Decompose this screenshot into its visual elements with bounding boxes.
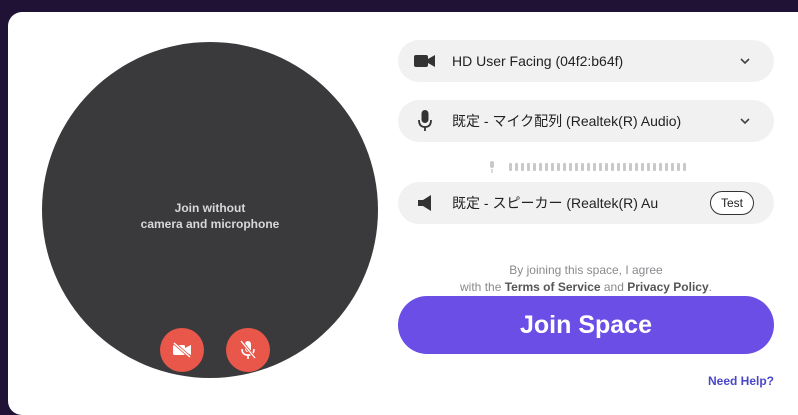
level-bar	[509, 163, 512, 171]
level-bar	[575, 163, 578, 171]
preview-line-1: Join without	[174, 201, 246, 215]
camera-icon	[414, 50, 436, 72]
join-panel: Join without camera and microphone HD Us…	[8, 12, 798, 415]
terms-suffix: .	[708, 280, 712, 294]
level-bar	[533, 163, 536, 171]
mic-level-meter	[488, 161, 686, 173]
level-bar	[653, 163, 656, 171]
camera-toggle-button[interactable]	[160, 328, 204, 372]
camera-select-label: HD User Facing (04f2:b64f)	[452, 53, 624, 69]
mic-level-icon	[490, 161, 494, 173]
level-bar	[635, 163, 638, 171]
level-bar	[623, 163, 626, 171]
level-bar	[563, 163, 566, 171]
speaker-select[interactable]: 既定 - スピーカー (Realtek(R) Au Test	[398, 182, 774, 224]
level-bar	[611, 163, 614, 171]
level-bar	[659, 163, 662, 171]
terms-line-2: with the Terms of Service and Privacy Po…	[398, 279, 774, 296]
chevron-down-icon	[738, 58, 752, 64]
level-bar	[527, 163, 530, 171]
level-bar	[515, 163, 518, 171]
level-bar	[665, 163, 668, 171]
speaker-select-label: 既定 - スピーカー (Realtek(R) Au	[452, 195, 659, 211]
join-space-button[interactable]: Join Space	[398, 296, 774, 354]
terms-notice: By joining this space, I agree with the …	[398, 262, 774, 296]
microphone-select-label: 既定 - マイク配列 (Realtek(R) Audio)	[452, 113, 682, 129]
level-bar	[593, 163, 596, 171]
video-preview: Join without camera and microphone	[42, 42, 378, 378]
level-bar	[671, 163, 674, 171]
level-bar	[683, 163, 686, 171]
level-bar	[521, 163, 524, 171]
level-bar	[599, 163, 602, 171]
level-bar	[605, 163, 608, 171]
level-bar	[581, 163, 584, 171]
chevron-down-icon	[738, 118, 752, 124]
preview-message: Join without camera and microphone	[42, 200, 378, 232]
terms-and: and	[600, 280, 628, 294]
level-bar	[545, 163, 548, 171]
speaker-icon	[414, 192, 436, 214]
preview-line-2: camera and microphone	[140, 217, 280, 231]
mic-off-icon	[240, 340, 256, 359]
level-bar	[539, 163, 542, 171]
level-bar	[617, 163, 620, 171]
level-bar	[569, 163, 572, 171]
privacy-policy-link[interactable]: Privacy Policy	[627, 280, 708, 294]
level-bar	[677, 163, 680, 171]
microphone-select[interactable]: 既定 - マイク配列 (Realtek(R) Audio)	[398, 100, 774, 142]
microphone-icon	[414, 110, 436, 132]
camera-off-icon	[173, 342, 191, 358]
level-bar	[629, 163, 632, 171]
speaker-test-button[interactable]: Test	[709, 191, 754, 215]
terms-prefix: with the	[460, 280, 505, 294]
camera-select[interactable]: HD User Facing (04f2:b64f)	[398, 40, 774, 82]
level-bar	[587, 163, 590, 171]
need-help-link[interactable]: Need Help?	[708, 374, 774, 388]
level-bar	[557, 163, 560, 171]
level-bar	[551, 163, 554, 171]
terms-of-service-link[interactable]: Terms of Service	[505, 280, 601, 294]
level-bar	[647, 163, 650, 171]
terms-line-1: By joining this space, I agree	[509, 263, 663, 277]
level-bar	[641, 163, 644, 171]
mic-toggle-button[interactable]	[226, 328, 270, 372]
